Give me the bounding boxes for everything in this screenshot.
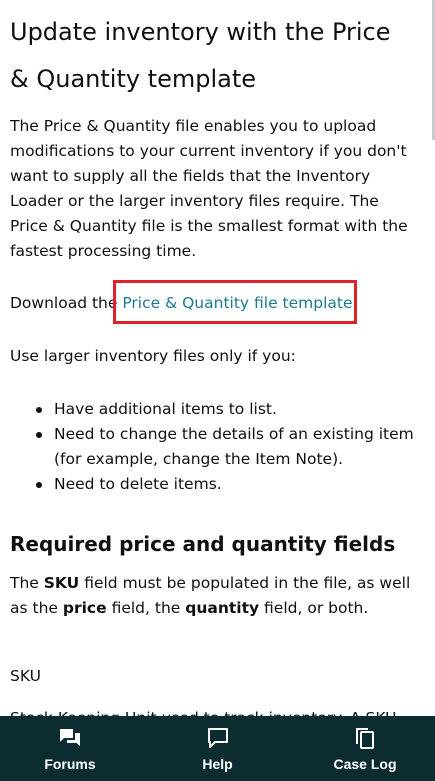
page-title: Update inventory with the Price & Quanti… bbox=[10, 18, 391, 93]
list-item: Need to delete items. bbox=[10, 472, 420, 497]
download-paragraph: Download the Price & Quantity file templ… bbox=[10, 291, 430, 316]
sku-field-label: SKU bbox=[10, 667, 41, 685]
required-fields-heading: Required price and quantity fields bbox=[10, 532, 396, 556]
article-content: Update inventory with the Price & Quanti… bbox=[0, 0, 435, 716]
help-icon bbox=[207, 727, 228, 748]
case-log-label: Case Log bbox=[333, 755, 397, 772]
list-item-text: Need to change the details of an existin… bbox=[54, 425, 414, 468]
download-prefix: Download the bbox=[10, 294, 123, 312]
price-quantity-template-link[interactable]: Price & Quantity file template bbox=[122, 294, 352, 312]
bullet-dot-icon bbox=[36, 407, 42, 413]
text-segment: field, or both. bbox=[259, 599, 369, 617]
bullet-dot-icon bbox=[36, 432, 42, 438]
required-fields-paragraph: The SKU field must be populated in the f… bbox=[10, 571, 420, 621]
forums-label: Forums bbox=[44, 755, 96, 772]
list-item-text: Need to delete items. bbox=[54, 475, 222, 493]
download-suffix: . bbox=[352, 294, 358, 312]
bullet-dot-icon bbox=[36, 482, 42, 488]
list-item: Have additional items to list. bbox=[10, 397, 420, 422]
text-segment: The bbox=[10, 574, 44, 592]
sku-description: Stock Keeping Unit used to track invento… bbox=[10, 706, 396, 716]
price-bold: price bbox=[62, 599, 107, 617]
list-item-text: Have additional items to list. bbox=[54, 400, 277, 418]
case-log-icon bbox=[356, 727, 374, 749]
list-item: Need to change the details of an existin… bbox=[10, 422, 420, 472]
help-button[interactable]: Help bbox=[163, 716, 273, 781]
case-log-button[interactable]: Case Log bbox=[310, 716, 420, 781]
forums-button[interactable]: Forums bbox=[15, 716, 125, 781]
help-label: Help bbox=[202, 755, 233, 772]
intro-paragraph: The Price & Quantity file enables you to… bbox=[10, 117, 408, 260]
bullet-list: Have additional items to list. Need to c… bbox=[10, 397, 420, 497]
sku-bold: SKU bbox=[43, 574, 80, 592]
forums-icon bbox=[60, 728, 80, 746]
larger-files-intro: Use larger inventory files only if you: bbox=[10, 347, 296, 365]
text-segment: field, the bbox=[106, 599, 186, 617]
quantity-bold: quantity bbox=[185, 599, 260, 617]
bottom-navigation-bar: Forums Help Case Log bbox=[0, 716, 435, 781]
